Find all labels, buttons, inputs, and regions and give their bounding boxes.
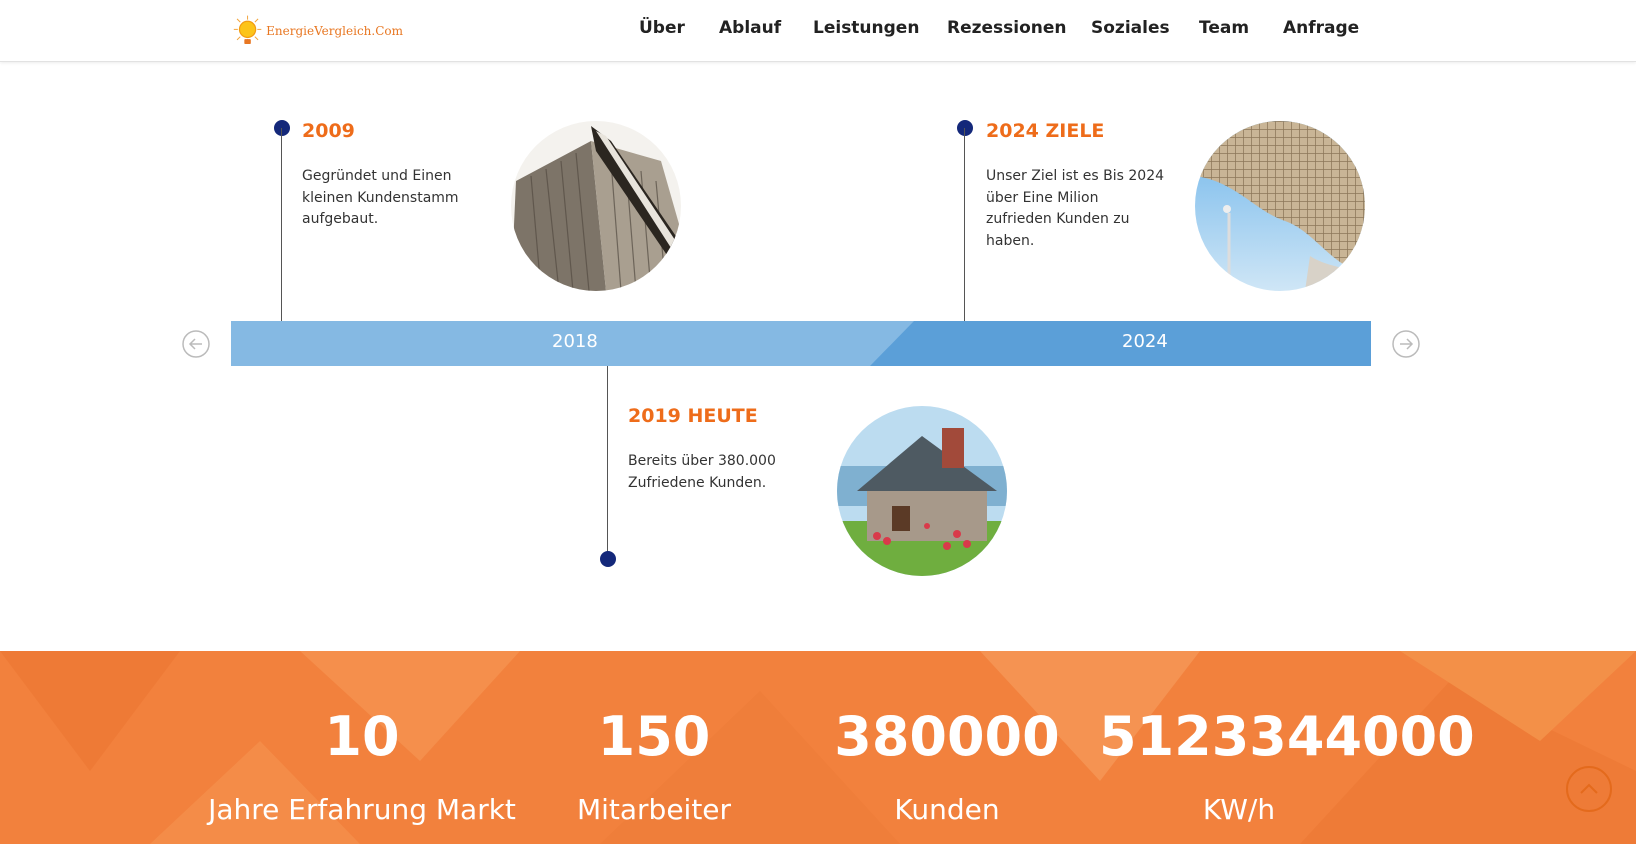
site-header: EnergieVergleich.Com Über Ablauf Leistun… bbox=[0, 0, 1636, 62]
nav-item-team[interactable]: Team bbox=[1199, 18, 1249, 38]
timeline-connector bbox=[281, 128, 282, 321]
stat-number-kwh: 5123344000 bbox=[1099, 705, 1475, 768]
stone-house-photo bbox=[837, 406, 1007, 576]
arrow-right-circle-icon[interactable] bbox=[1392, 330, 1420, 358]
scroll-to-top-button[interactable] bbox=[1566, 766, 1612, 812]
canopy-structure-photo bbox=[1195, 121, 1365, 291]
timeline-dot bbox=[600, 551, 616, 567]
stat-number-customers: 380000 bbox=[834, 705, 1060, 768]
timeline-dot bbox=[274, 120, 290, 136]
event-title-2009: 2009 bbox=[302, 120, 355, 142]
nav-item-ueber[interactable]: Über bbox=[639, 18, 685, 38]
arrow-left-circle-icon[interactable] bbox=[182, 330, 210, 358]
main-nav: Über Ablauf Leistungen Rezessionen Sozia… bbox=[0, 18, 1636, 42]
event-title-2024-ziele: 2024 ZIELE bbox=[986, 120, 1105, 142]
timeline-connector bbox=[964, 128, 965, 321]
stat-label-kwh: KW/h bbox=[1202, 793, 1276, 826]
event-text-2024-ziele: Unser Ziel ist es Bis 2024 über Eine Mil… bbox=[986, 168, 1165, 249]
period-label-2018[interactable]: 2018 bbox=[552, 331, 598, 352]
nav-item-anfrage[interactable]: Anfrage bbox=[1283, 18, 1359, 38]
timeline-connector bbox=[607, 366, 608, 559]
skyscraper-photo bbox=[511, 121, 681, 291]
chevron-up-circle-icon bbox=[1580, 783, 1598, 794]
event-text-2009: Gegründet und Einen kleinen Kundenstamm … bbox=[302, 168, 459, 227]
timeline-period-bar: 2018 2024 bbox=[231, 321, 1371, 366]
nav-item-soziales[interactable]: Soziales bbox=[1091, 18, 1170, 38]
nav-item-leistungen[interactable]: Leistungen bbox=[813, 18, 919, 38]
event-text-2019-heute: Bereits über 380.000 Zufriedene Kunden. bbox=[628, 453, 776, 491]
nav-item-ablauf[interactable]: Ablauf bbox=[719, 18, 781, 38]
stats-section: 10 Jahre Erfahrung Markt 150 Mitarbeiter… bbox=[0, 651, 1636, 844]
event-title-2019-heute: 2019 HEUTE bbox=[628, 405, 758, 427]
period-label-2024[interactable]: 2024 bbox=[1122, 331, 1168, 352]
timeline-dot bbox=[957, 120, 973, 136]
nav-item-rezessionen[interactable]: Rezessionen bbox=[947, 18, 1067, 38]
